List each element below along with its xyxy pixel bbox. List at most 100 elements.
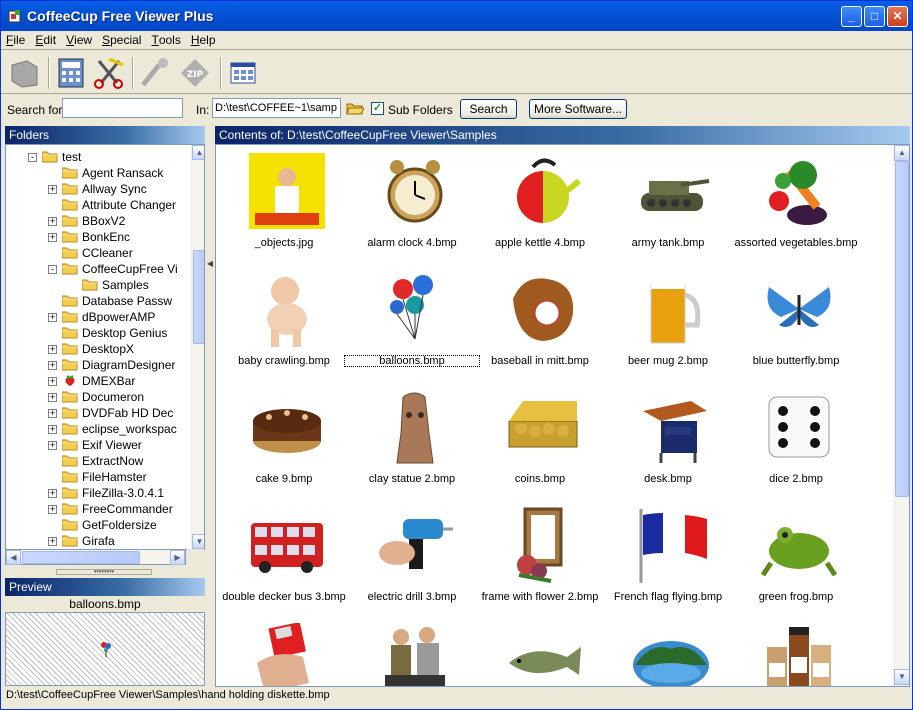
minimize-button[interactable]: _ <box>841 6 862 27</box>
thumbnail-item[interactable]: clay statue 2.bmp <box>353 383 471 501</box>
expand-toggle-icon[interactable]: + <box>48 361 57 370</box>
search-button[interactable]: Search <box>460 99 517 119</box>
scroll-thumb[interactable] <box>22 551 140 564</box>
thumbnail-item[interactable]: dice 2.bmp <box>737 383 855 501</box>
menu-view[interactable]: View <box>61 31 97 47</box>
expand-toggle-icon[interactable]: + <box>48 345 57 354</box>
menu-special[interactable]: Special <box>97 31 146 47</box>
scroll-thumb[interactable] <box>193 250 204 344</box>
close-button[interactable]: ✕ <box>887 6 908 27</box>
menu-tools[interactable]: Tools <box>146 31 185 47</box>
expand-toggle-icon[interactable]: + <box>48 217 57 226</box>
thumbnail-item[interactable]: double decker bus 3.bmp <box>222 501 346 619</box>
search-location-input[interactable]: D:\test\COFFEE~1\samp <box>212 98 341 118</box>
panel-splitter[interactable]: ▾▾▾▾▾▾▾▾ <box>56 569 152 575</box>
scroll-down-button[interactable]: ▼ <box>894 669 909 685</box>
folder-tree-item[interactable]: + Girafa <box>6 533 191 549</box>
folder-tree-item[interactable]: + Documeron <box>6 389 191 405</box>
folder-tree-item[interactable]: CCleaner <box>6 245 191 261</box>
expand-toggle-icon[interactable]: + <box>48 377 57 386</box>
expand-toggle-icon[interactable]: + <box>48 313 57 322</box>
thumbnail-item[interactable]: baby crawling.bmp <box>225 265 343 383</box>
folder-tree-item[interactable]: Attribute Changer <box>6 197 191 213</box>
expand-toggle-icon[interactable]: + <box>48 505 57 514</box>
scroll-up-button[interactable]: ▲ <box>894 145 909 161</box>
folder-tree-item[interactable]: + dBpowerAMP <box>6 309 191 325</box>
thumbnail-item[interactable]: French flag flying.bmp <box>609 501 727 619</box>
expand-toggle-icon[interactable]: + <box>48 233 57 242</box>
folder-tree-item[interactable]: + eclipse_workspac <box>6 421 191 437</box>
thumbnail-item[interactable] <box>609 619 727 686</box>
thumbnail-item[interactable]: beer mug 2.bmp <box>609 265 727 383</box>
subfolders-checkbox[interactable]: ✓ <box>371 102 384 115</box>
more-software-button[interactable]: More Software... <box>529 99 627 119</box>
wand-icon[interactable] <box>137 55 173 91</box>
folder-tree-item[interactable]: - CoffeeCupFree Vi <box>6 261 191 277</box>
search-input[interactable] <box>62 98 183 118</box>
folder-tree-item[interactable]: Agent Ransack <box>6 165 191 181</box>
folder-tree-item[interactable]: ExtractNow <box>6 453 191 469</box>
tree-horizontal-scrollbar[interactable]: ◀ ▶ <box>5 549 186 565</box>
thumbnail-item[interactable]: electric drill 3.bmp <box>353 501 471 619</box>
folder-tree-item[interactable]: + BonkEnc <box>6 229 191 245</box>
calculator-icon[interactable] <box>53 55 89 91</box>
collapse-toggle-icon[interactable]: - <box>28 153 37 162</box>
expand-toggle-icon[interactable]: + <box>48 489 57 498</box>
scroll-left-button[interactable]: ◀ <box>6 550 21 565</box>
browse-folder-icon[interactable] <box>346 100 364 116</box>
thumbnail-item[interactable]: alarm clock 4.bmp <box>353 147 471 265</box>
expand-toggle-icon[interactable]: + <box>48 441 57 450</box>
collapse-toggle-icon[interactable]: - <box>48 265 57 274</box>
zip-icon[interactable]: ZIP <box>177 55 213 91</box>
folder-tree-item[interactable]: + DiagramDesigner <box>6 357 191 373</box>
thumbnails-view-icon[interactable] <box>225 55 261 91</box>
folder-tree-item[interactable]: + BBoxV2 <box>6 213 191 229</box>
thumbnail-item[interactable]: frame with flower 2.bmp <box>481 501 599 619</box>
folder-tree-item[interactable]: + Exif Viewer <box>6 437 191 453</box>
folder-tree-item[interactable]: - test <box>6 149 191 165</box>
folder-tree-item[interactable]: Database Passw <box>6 293 191 309</box>
thumbnail-item[interactable]: desk.bmp <box>609 383 727 501</box>
menu-edit[interactable]: Edit <box>30 31 61 47</box>
expand-toggle-icon[interactable]: + <box>48 425 57 434</box>
folder-tree-item[interactable]: Desktop Genius <box>6 325 191 341</box>
folder-tree-item[interactable]: + DMEXBar <box>6 373 191 389</box>
menu-help[interactable]: Help <box>186 31 221 47</box>
expand-toggle-icon[interactable]: + <box>48 185 57 194</box>
collapse-panel-handle[interactable]: ◀ <box>206 253 214 275</box>
open-folder-icon[interactable] <box>7 55 43 91</box>
scissors-icon[interactable] <box>91 55 127 91</box>
maximize-button[interactable]: □ <box>864 6 885 27</box>
scroll-thumb[interactable] <box>895 161 909 497</box>
grid-vertical-scrollbar[interactable]: ▲ ▼ <box>893 145 909 686</box>
tree-vertical-scrollbar[interactable]: ▲ ▼ <box>191 145 204 549</box>
folder-tree-item[interactable]: + FreeCommander <box>6 501 191 517</box>
thumbnail-item[interactable]: cake 9.bmp <box>225 383 343 501</box>
thumbnail-item[interactable]: balloons.bmp <box>344 265 480 383</box>
folder-tree-item[interactable]: + FileZilla-3.0.4.1 <box>6 485 191 501</box>
folder-tree-item[interactable]: + DVDFab HD Dec <box>6 405 191 421</box>
scroll-down-button[interactable]: ▼ <box>192 534 204 549</box>
folder-tree-item[interactable]: FileHamster <box>6 469 191 485</box>
expand-toggle-icon[interactable]: + <box>48 393 57 402</box>
thumbnail-item[interactable]: baseball in mitt.bmp <box>481 265 599 383</box>
thumbnail-item[interactable] <box>225 619 343 686</box>
scroll-up-button[interactable]: ▲ <box>192 145 204 160</box>
folder-tree-item[interactable]: + Allway Sync <box>6 181 191 197</box>
thumbnail-item[interactable] <box>481 619 599 686</box>
thumbnail-item[interactable] <box>353 619 471 686</box>
menu-file[interactable]: File <box>1 31 30 47</box>
expand-toggle-icon[interactable]: + <box>48 537 57 546</box>
thumbnail-item[interactable]: coins.bmp <box>481 383 599 501</box>
folder-tree-item[interactable]: + DesktopX <box>6 341 191 357</box>
folder-tree-item[interactable]: GetFoldersize <box>6 517 191 533</box>
thumbnail-item[interactable] <box>737 619 855 686</box>
scroll-right-button[interactable]: ▶ <box>170 550 185 565</box>
expand-toggle-icon[interactable]: + <box>48 409 57 418</box>
thumbnail-item[interactable]: army tank.bmp <box>609 147 727 265</box>
title-bar[interactable]: CoffeeCup Free Viewer Plus _ □ ✕ <box>1 1 912 31</box>
thumbnail-item[interactable]: assorted vegetables.bmp <box>735 147 857 265</box>
thumbnail-item[interactable]: _objects.jpg <box>225 147 343 265</box>
folder-tree-item[interactable]: Samples <box>6 277 191 293</box>
thumbnail-item[interactable]: blue butterfly.bmp <box>737 265 855 383</box>
